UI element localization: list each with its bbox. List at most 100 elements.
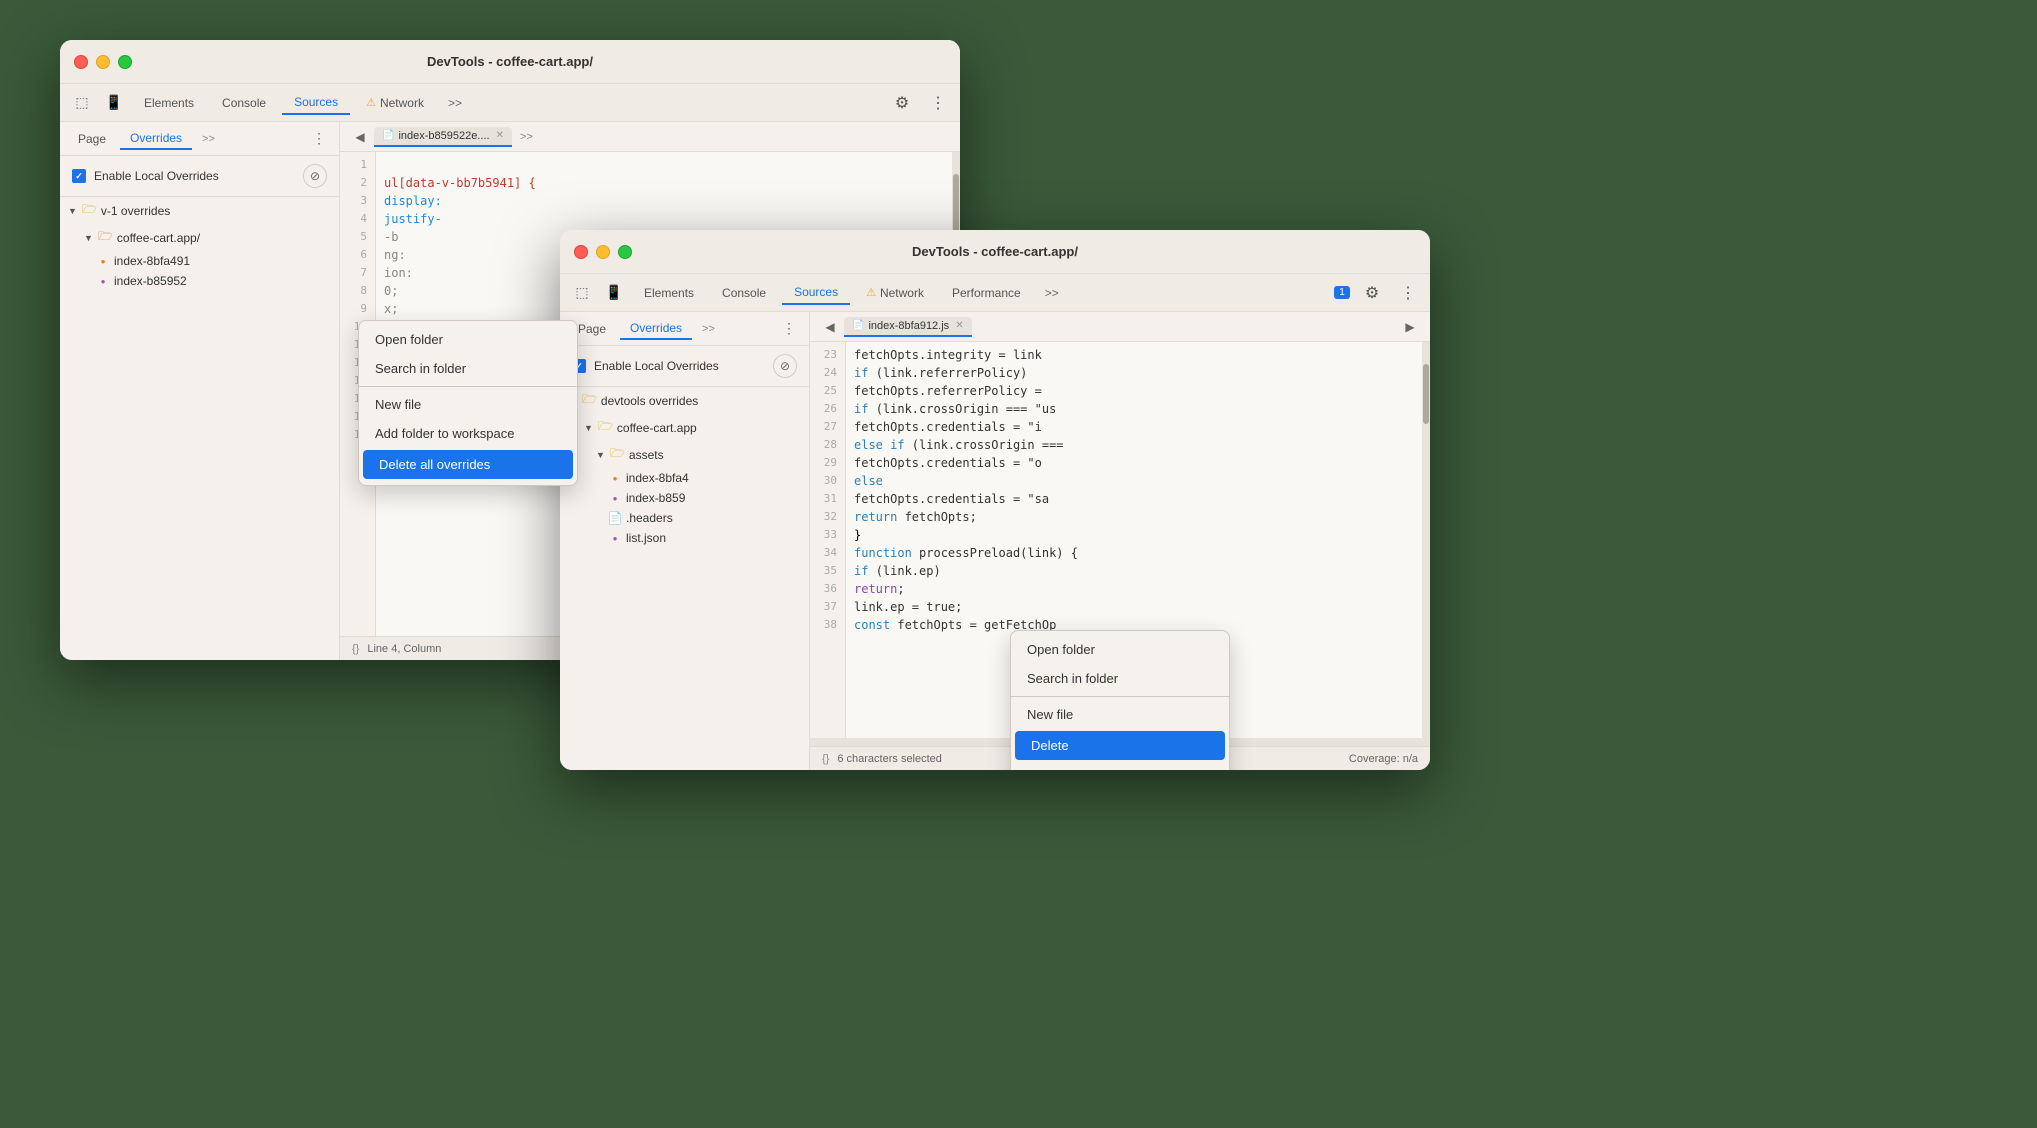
overrides-clear-btn-2[interactable]: ⊘	[773, 354, 797, 378]
tab-network-1[interactable]: ⚠ Network	[354, 92, 436, 114]
panel-more-2[interactable]: >>	[696, 321, 721, 337]
ln-34: 34	[810, 544, 845, 562]
scrollbar-2[interactable]	[1422, 342, 1430, 738]
device-icon-2[interactable]: 📱	[600, 279, 628, 307]
file-tab-close-1[interactable]: ✕	[496, 130, 504, 141]
menu-add-folder-1[interactable]: Add folder to workspace	[359, 419, 577, 448]
ln-23: 23	[810, 346, 845, 364]
close-button-2[interactable]	[574, 245, 588, 259]
file-tab-close-2[interactable]: ✕	[955, 320, 963, 331]
tree-file-2b[interactable]: index-b859	[560, 488, 809, 508]
menu-delete-overrides-1[interactable]: Delete all overrides	[363, 450, 573, 479]
panel-tab-overrides-1[interactable]: Overrides	[120, 128, 192, 150]
maximize-button-2[interactable]	[618, 245, 632, 259]
file-tab-icon-2: 📄	[852, 320, 864, 331]
menu-open-folder-1[interactable]: Open folder	[359, 325, 577, 354]
tree-root-2[interactable]: ▼ 🗁 devtools overrides	[560, 387, 809, 414]
ln-28: 28	[810, 436, 845, 454]
menu-search-folder-1[interactable]: Search in folder	[359, 354, 577, 383]
folder-icon-sub-1: 🗁	[98, 227, 113, 248]
tree-file-2d[interactable]: list.json	[560, 528, 809, 548]
tree-folder-2[interactable]: ▼ 🗁 coffee-cart.app	[560, 414, 809, 441]
panel-bar-2: Page Overrides >> ⋮	[560, 312, 809, 346]
tab-console-2[interactable]: Console	[710, 282, 778, 304]
menu-icon-1[interactable]: ⋮	[924, 89, 952, 117]
tree-arrow-subfolder-2: ▼	[596, 450, 606, 460]
menu-services-2[interactable]: Services ›	[1011, 762, 1229, 770]
tab-performance-2[interactable]: Performance	[940, 282, 1033, 304]
code-line-1	[384, 156, 952, 174]
tree-file-2a[interactable]: index-8bfa4	[560, 468, 809, 488]
tab-elements-1[interactable]: Elements	[132, 92, 206, 114]
code-line-r10: return fetchOpts;	[854, 508, 1422, 526]
menu-new-file-2[interactable]: New file	[1011, 700, 1229, 729]
panel-tab-page-1[interactable]: Page	[68, 129, 116, 149]
maximize-button-1[interactable]	[118, 55, 132, 69]
ln-25: 25	[810, 382, 845, 400]
device-icon-1[interactable]: 📱	[100, 89, 128, 117]
scrollbar-thumb-1	[953, 174, 959, 234]
tab-elements-2[interactable]: Elements	[632, 282, 706, 304]
tree-arrow-folder-1: ▼	[84, 233, 94, 243]
tree-file-label-2b: index-b859	[626, 491, 685, 505]
ln-30: 30	[810, 472, 845, 490]
menu-search-folder-2[interactable]: Search in folder	[1011, 664, 1229, 693]
inspect-icon-1[interactable]: ⬚	[68, 89, 96, 117]
ln-5: 5	[340, 228, 375, 246]
settings-icon-1[interactable]: ⚙	[888, 89, 916, 117]
expand-btn-2[interactable]: ▶	[1398, 315, 1422, 339]
ln-8: 8	[340, 282, 375, 300]
tree-subfolder-2[interactable]: ▼ 🗁 assets	[560, 441, 809, 468]
tree-root-1[interactable]: ▼ 🗁 v-1 overrides	[60, 197, 339, 224]
tree-file-2c[interactable]: 📄 .headers	[560, 508, 809, 528]
menu-sep-1	[359, 386, 577, 387]
overrides-checkbox-1[interactable]	[72, 169, 86, 183]
tree-folder-1[interactable]: ▼ 🗁 coffee-cart.app/	[60, 224, 339, 251]
line-numbers-2: 23 24 25 26 27 28 29 30 31 32 33 34 35 3…	[810, 342, 846, 738]
close-button-1[interactable]	[74, 55, 88, 69]
ln-1: 1	[340, 156, 375, 174]
minimize-button-2[interactable]	[596, 245, 610, 259]
panel-menu-btn-2[interactable]: ⋮	[777, 317, 801, 341]
panel-tab-overrides-2[interactable]: Overrides	[620, 318, 692, 340]
tab-network-2[interactable]: ⚠ Network	[854, 282, 936, 304]
code-line-r12: function processPreload(link) {	[854, 544, 1422, 562]
file-tab-1[interactable]: 📄 index-b859522e.... ✕	[374, 127, 512, 147]
overrides-clear-btn-1[interactable]: ⊘	[303, 164, 327, 188]
menu-delete-2[interactable]: Delete	[1015, 731, 1225, 760]
tab-console-1[interactable]: Console	[210, 92, 278, 114]
tab-sources-1[interactable]: Sources	[282, 91, 350, 115]
tab-more-2[interactable]: >>	[1037, 282, 1067, 304]
devtools-window-2: DevTools - coffee-cart.app/ ⬚ 📱 Elements…	[560, 230, 1430, 770]
tab-sources-2[interactable]: Sources	[782, 281, 850, 305]
folder-icon-assets-2: 🗁	[610, 444, 625, 465]
panel-menu-btn-1[interactable]: ⋮	[307, 127, 331, 151]
tree-file-1[interactable]: index-8bfa491	[60, 251, 339, 271]
ln-38: 38	[810, 616, 845, 634]
code-line-2: ul[data-v-bb7b5941] {	[384, 174, 952, 192]
file-icon-2c: 📄	[608, 511, 622, 525]
code-line-r14: return;	[854, 580, 1422, 598]
ln-35: 35	[810, 562, 845, 580]
file-tab-2[interactable]: 📄 index-8bfa912.js ✕	[844, 317, 972, 337]
ln-31: 31	[810, 490, 845, 508]
file-tabs-1: ◀ 📄 index-b859522e.... ✕ >>	[340, 122, 960, 152]
tab-more-1[interactable]: >>	[440, 92, 470, 114]
file-icon-1	[96, 254, 110, 268]
minimize-button-1[interactable]	[96, 55, 110, 69]
collapse-btn-2[interactable]: ◀	[818, 315, 842, 339]
folder-icon-sub-2: 🗁	[598, 417, 613, 438]
tab-actions-2: 1 ⚙ ⋮	[1334, 279, 1422, 307]
menu-open-folder-2[interactable]: Open folder	[1011, 635, 1229, 664]
settings-icon-2[interactable]: ⚙	[1358, 279, 1386, 307]
menu-icon-2[interactable]: ⋮	[1394, 279, 1422, 307]
menu-new-file-1[interactable]: New file	[359, 390, 577, 419]
tree-file-label-2c: .headers	[626, 511, 673, 525]
inspect-icon-2[interactable]: ⬚	[568, 279, 596, 307]
context-menu-1: Open folder Search in folder New file Ad…	[358, 320, 578, 486]
tree-file-2[interactable]: index-b85952	[60, 271, 339, 291]
file-tabs-more-1[interactable]: >>	[514, 129, 539, 145]
panel-more-1[interactable]: >>	[196, 131, 221, 147]
badge-2: 1	[1334, 286, 1350, 299]
collapse-btn-1[interactable]: ◀	[348, 125, 372, 149]
